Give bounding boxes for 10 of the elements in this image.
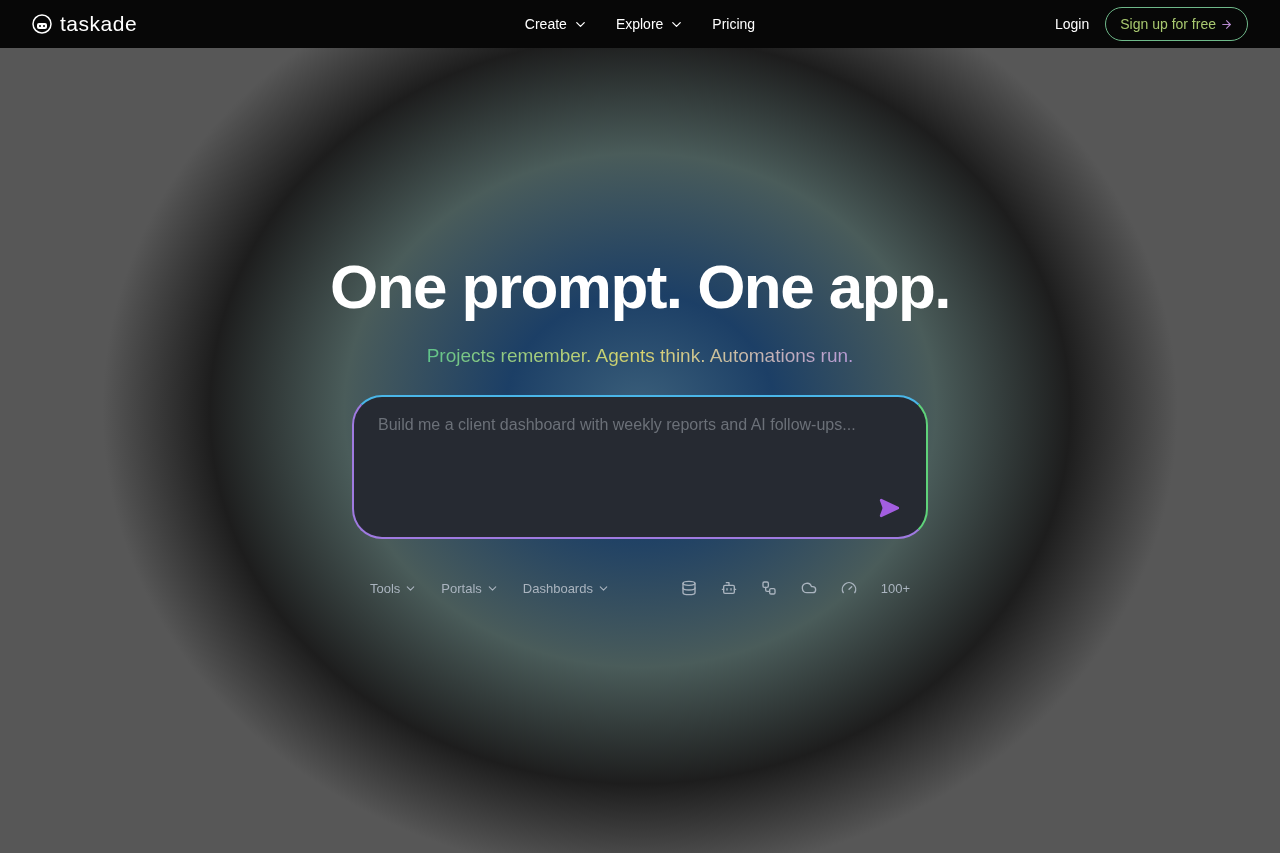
- brand-name[interactable]: taskade: [60, 8, 138, 40]
- nav-link[interactable]: Explore: [615, 14, 685, 34]
- category-dropdown[interactable]: Tools: [370, 578, 418, 598]
- prompt-input[interactable]: Build me a client dashboard with weekly reports and AI follow-ups...: [352, 394, 928, 539]
- nav-link[interactable]: Create: [524, 14, 588, 34]
- category-dropdown[interactable]: Portals: [441, 578, 499, 598]
- integrations-count[interactable]: 100+: [880, 578, 910, 598]
- nav-link[interactable]: Pricing: [712, 14, 756, 34]
- login-link[interactable]: Login: [1055, 14, 1090, 34]
- category-dropdown[interactable]: Dashboards: [522, 578, 610, 598]
